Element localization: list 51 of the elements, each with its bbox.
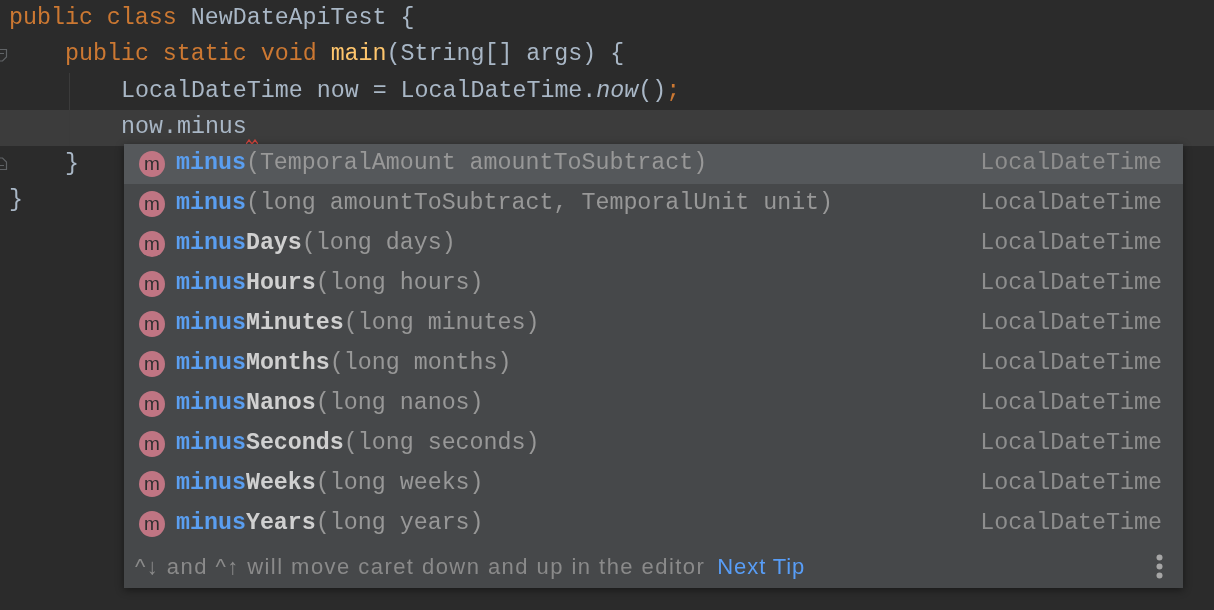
completion-item[interactable]: m minusSeconds(long seconds) LocalDateTime [124, 424, 1183, 464]
method-signature: minusWeeks(long weeks) [176, 472, 484, 496]
completion-item[interactable]: m minusYears(long years) LocalDateTime [124, 504, 1183, 544]
completion-item[interactable]: m minusDays(long days) LocalDateTime [124, 224, 1183, 264]
method-icon: m [139, 271, 165, 297]
completion-item[interactable]: m minusNanos(long nanos) LocalDateTime [124, 384, 1183, 424]
return-type: LocalDateTime [980, 472, 1162, 496]
method-signature: minusHours(long hours) [176, 272, 484, 296]
return-type: LocalDateTime [980, 272, 1162, 296]
next-tip-link[interactable]: Next Tip [717, 549, 806, 583]
fold-marker-icon[interactable] [0, 47, 8, 62]
return-type: LocalDateTime [980, 192, 1162, 216]
fold-marker-icon[interactable] [0, 157, 8, 172]
method-signature: minusMonths(long months) [176, 352, 512, 376]
method-signature: minusYears(long years) [176, 512, 484, 536]
tip-text: ^↓ and ^↑ will move caret down and up in the editor [135, 552, 706, 581]
code-line: LocalDateTime now = LocalDateTime.now(); [121, 79, 681, 103]
code-line: now.minus [121, 116, 247, 140]
code-line: } [9, 189, 23, 213]
method-icon: m [139, 231, 165, 257]
return-type: LocalDateTime [980, 512, 1162, 536]
return-type: LocalDateTime [980, 392, 1162, 416]
method-signature: minus(TemporalAmount amountToSubtract) [176, 152, 708, 176]
return-type: LocalDateTime [980, 152, 1162, 176]
method-icon: m [139, 311, 165, 337]
method-icon: m [139, 511, 165, 537]
return-type: LocalDateTime [980, 432, 1162, 456]
return-type: LocalDateTime [980, 312, 1162, 336]
method-icon: m [139, 431, 165, 457]
return-type: LocalDateTime [980, 232, 1162, 256]
method-signature: minusDays(long days) [176, 232, 456, 256]
code-line: public static void main(String[] args) { [65, 43, 625, 67]
method-icon: m [139, 191, 165, 217]
more-options-icon[interactable] [1156, 553, 1163, 579]
return-type: LocalDateTime [980, 352, 1162, 376]
code-line: public class NewDateApiTest { [9, 6, 415, 30]
method-icon: m [139, 391, 165, 417]
method-icon: m [139, 151, 165, 177]
completion-item[interactable]: m minusMinutes(long minutes) LocalDateTime [124, 304, 1183, 344]
completion-item[interactable]: m minusMonths(long months) LocalDateTime [124, 344, 1183, 384]
method-signature: minus(long amountToSubtract, TemporalUnit unit) [176, 192, 834, 216]
completion-item[interactable]: m minus(long amountToSubtract, TemporalUnit unit) LocalDateTime [124, 184, 1183, 224]
method-signature: minusNanos(long nanos) [176, 392, 484, 416]
method-icon: m [139, 351, 165, 377]
method-signature: minusMinutes(long minutes) [176, 312, 540, 336]
completion-item[interactable]: m minus(TemporalAmount amountToSubtract) LocalDateTime [124, 144, 1183, 184]
method-signature: minusSeconds(long seconds) [176, 432, 540, 456]
method-icon: m [139, 471, 165, 497]
completion-item[interactable]: m minusWeeks(long weeks) LocalDateTime [124, 464, 1183, 504]
code-line: } [65, 152, 79, 176]
completion-item[interactable]: m minusHours(long hours) LocalDateTime [124, 264, 1183, 304]
